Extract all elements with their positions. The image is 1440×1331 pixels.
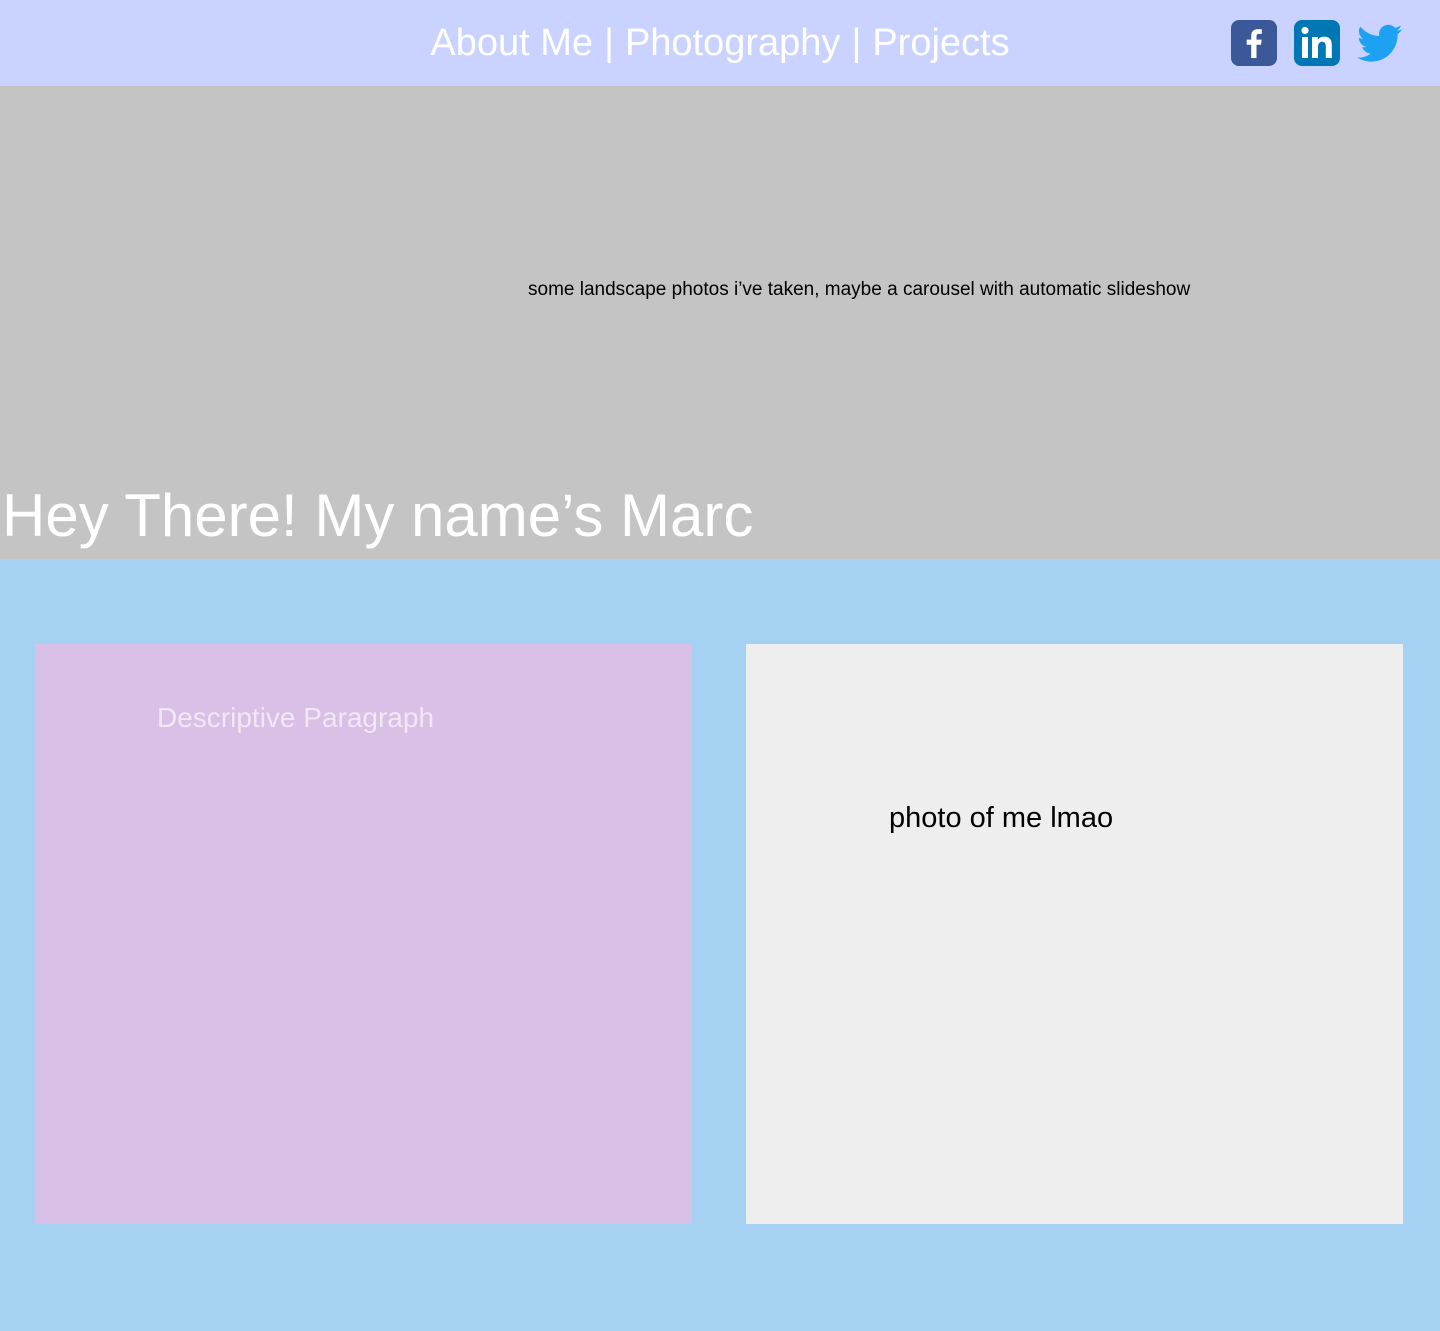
linkedin-icon	[1294, 20, 1340, 66]
main-nav: About Me | Photography | Projects	[0, 0, 1440, 86]
hero-carousel: some landscape photos i’ve taken, maybe …	[0, 86, 1440, 559]
photo-placeholder-text: photo of me lmao	[889, 802, 1114, 834]
description-placeholder-text: Descriptive Paragraph	[157, 702, 435, 733]
profile-photo-placeholder: photo of me lmao	[746, 644, 1403, 1224]
twitter-link[interactable]	[1357, 20, 1403, 66]
linkedin-link[interactable]	[1294, 20, 1340, 66]
site-header: About Me | Photography | Projects	[0, 0, 1440, 86]
nav-link-photography[interactable]: Photography	[625, 22, 841, 65]
page-title: Hey There! My name’s Marc	[2, 482, 754, 549]
nav-separator: |	[851, 21, 862, 64]
nav-link-about-me[interactable]: About Me	[430, 22, 593, 65]
description-card: Descriptive Paragraph	[35, 644, 692, 1224]
facebook-icon	[1231, 20, 1277, 66]
nav-link-projects[interactable]: Projects	[872, 22, 1009, 65]
nav-separator: |	[604, 21, 614, 64]
twitter-icon	[1357, 20, 1403, 66]
facebook-link[interactable]	[1231, 20, 1277, 66]
carousel-placeholder-text: some landscape photos i’ve taken, maybe …	[528, 279, 1191, 300]
